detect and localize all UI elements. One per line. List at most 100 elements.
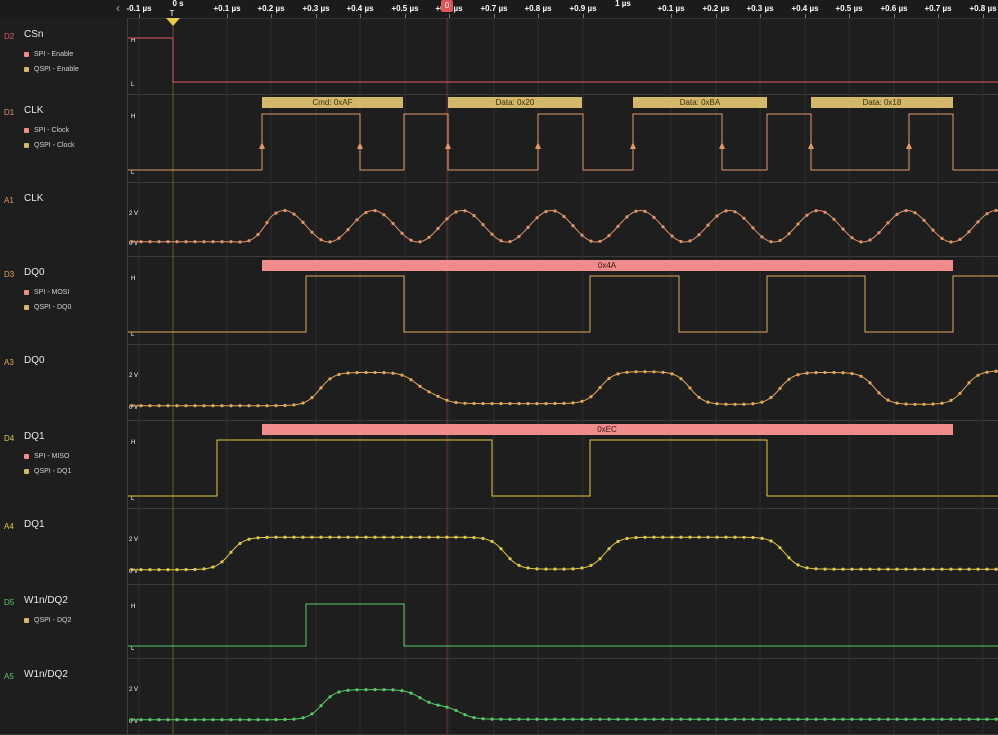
sample-point bbox=[490, 539, 494, 544]
sample-point bbox=[607, 376, 611, 381]
sample-point bbox=[238, 240, 242, 244]
level-2v-label: 2 V bbox=[129, 373, 138, 379]
sample-point bbox=[643, 209, 647, 213]
sample-point bbox=[814, 371, 818, 375]
sample-point bbox=[184, 240, 188, 244]
sample-point bbox=[616, 539, 620, 544]
sample-point bbox=[769, 240, 773, 244]
sample-point bbox=[652, 535, 656, 539]
spi-annotation-label: 0xEC bbox=[597, 425, 617, 434]
sample-point bbox=[742, 216, 746, 220]
sample-point bbox=[751, 535, 755, 540]
sample-point bbox=[850, 372, 854, 376]
sample-point bbox=[715, 717, 719, 721]
sample-point bbox=[238, 404, 242, 408]
sample-point bbox=[868, 381, 872, 385]
sample-point bbox=[670, 372, 674, 376]
sample-point bbox=[967, 567, 971, 571]
sample-point bbox=[463, 209, 467, 213]
sample-point bbox=[841, 227, 845, 231]
sample-point bbox=[391, 688, 395, 692]
sample-point bbox=[913, 567, 917, 571]
sample-point bbox=[760, 400, 764, 404]
sample-point bbox=[931, 228, 935, 232]
sample-point bbox=[832, 567, 836, 571]
sample-point bbox=[454, 210, 458, 214]
rising-edge-icon bbox=[808, 142, 814, 149]
sample-point bbox=[760, 536, 764, 541]
sample-point bbox=[481, 402, 485, 406]
sample-point bbox=[355, 218, 359, 222]
level-low-label: L bbox=[131, 332, 135, 338]
sample-point bbox=[868, 567, 872, 571]
sample-point bbox=[247, 404, 251, 408]
sample-point bbox=[571, 567, 575, 571]
sample-point bbox=[940, 717, 944, 721]
waveform-area[interactable]: H L H L Cmd: 0xAF Data: 0x20 Data: 0xBA Data: 0… bbox=[0, 0, 998, 734]
sample-point bbox=[247, 718, 251, 722]
sample-point bbox=[337, 372, 341, 377]
level-2v-label: 2 V bbox=[129, 687, 138, 693]
analog-trace bbox=[132, 689, 998, 721]
sample-point bbox=[868, 238, 872, 242]
sample-point bbox=[958, 391, 962, 395]
sample-point bbox=[850, 717, 854, 721]
sample-point bbox=[490, 717, 494, 721]
sample-point bbox=[427, 535, 431, 539]
sample-point bbox=[823, 567, 827, 571]
sample-point bbox=[418, 696, 422, 700]
sample-point bbox=[940, 401, 944, 405]
sample-point bbox=[328, 377, 332, 381]
sample-point bbox=[724, 402, 728, 406]
sample-point bbox=[310, 396, 314, 400]
sample-point bbox=[211, 240, 215, 244]
sample-point bbox=[751, 226, 755, 230]
sample-point bbox=[184, 568, 188, 572]
qspi-annotation-label: Data: 0x20 bbox=[496, 98, 535, 107]
sample-point bbox=[994, 369, 998, 373]
sample-point bbox=[319, 386, 323, 390]
digital-trace bbox=[128, 603, 998, 647]
sample-point bbox=[508, 402, 512, 406]
sample-point bbox=[652, 370, 656, 374]
sample-point bbox=[166, 718, 170, 722]
sample-point bbox=[220, 560, 224, 564]
sample-point bbox=[814, 717, 818, 721]
sample-point bbox=[661, 225, 665, 229]
sample-point bbox=[274, 404, 278, 408]
sample-point bbox=[436, 226, 440, 231]
sample-point bbox=[895, 212, 899, 216]
sample-point bbox=[823, 370, 827, 375]
sample-point bbox=[598, 717, 602, 721]
sample-point bbox=[175, 404, 179, 408]
sample-point bbox=[139, 568, 143, 572]
sample-point bbox=[859, 240, 863, 244]
sample-point bbox=[454, 535, 458, 539]
sample-point bbox=[724, 535, 728, 539]
sample-point bbox=[571, 224, 575, 228]
sample-point bbox=[382, 213, 386, 217]
sample-point bbox=[337, 236, 341, 240]
sample-point bbox=[571, 717, 575, 721]
sample-point bbox=[877, 567, 881, 571]
sample-point bbox=[913, 211, 917, 215]
sample-point bbox=[688, 239, 692, 243]
sample-point bbox=[346, 688, 350, 692]
sample-point bbox=[580, 566, 584, 570]
sample-point bbox=[895, 717, 899, 721]
sample-point bbox=[589, 395, 593, 399]
sample-point bbox=[733, 717, 737, 721]
sample-point bbox=[616, 717, 620, 721]
level-low-label: L bbox=[131, 170, 135, 176]
sample-point bbox=[733, 402, 737, 406]
sample-point bbox=[193, 567, 197, 572]
sample-point bbox=[553, 567, 557, 571]
sample-point bbox=[589, 563, 593, 568]
sample-point bbox=[301, 401, 305, 405]
sample-point bbox=[634, 370, 638, 374]
sample-point bbox=[337, 690, 341, 694]
sample-point bbox=[148, 718, 152, 722]
sample-point bbox=[976, 373, 980, 377]
sample-point bbox=[337, 535, 341, 539]
sample-point bbox=[715, 535, 719, 539]
